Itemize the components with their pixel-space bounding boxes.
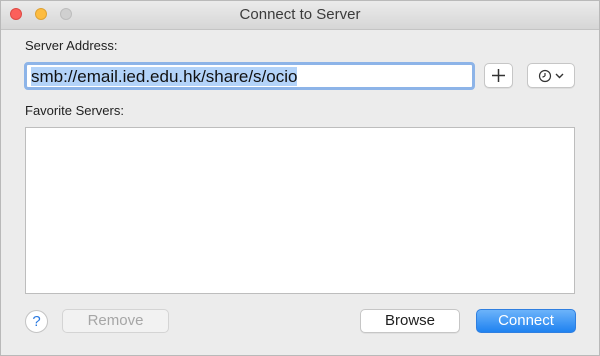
- chevron-down-icon: [555, 73, 564, 78]
- server-address-label: Server Address:: [25, 38, 118, 53]
- connect-to-server-window: Connect to Server Server Address: smb://…: [0, 0, 600, 356]
- title-bar: Connect to Server: [1, 1, 599, 30]
- browse-button[interactable]: Browse: [360, 309, 460, 333]
- add-favorite-button[interactable]: [484, 63, 513, 88]
- favorite-servers-label: Favorite Servers:: [25, 103, 124, 118]
- remove-button[interactable]: Remove: [62, 309, 169, 333]
- recent-servers-button[interactable]: [527, 63, 575, 88]
- connect-button[interactable]: Connect: [476, 309, 576, 333]
- window-title: Connect to Server: [239, 6, 361, 23]
- favorite-servers-list[interactable]: [25, 127, 575, 294]
- server-address-input[interactable]: smb://email.ied.edu.hk/share/s/ocio: [24, 62, 475, 90]
- plus-icon: [492, 69, 505, 82]
- server-address-value: smb://email.ied.edu.hk/share/s/ocio: [31, 67, 298, 86]
- help-button[interactable]: ?: [25, 310, 48, 333]
- clock-icon: [538, 69, 552, 82]
